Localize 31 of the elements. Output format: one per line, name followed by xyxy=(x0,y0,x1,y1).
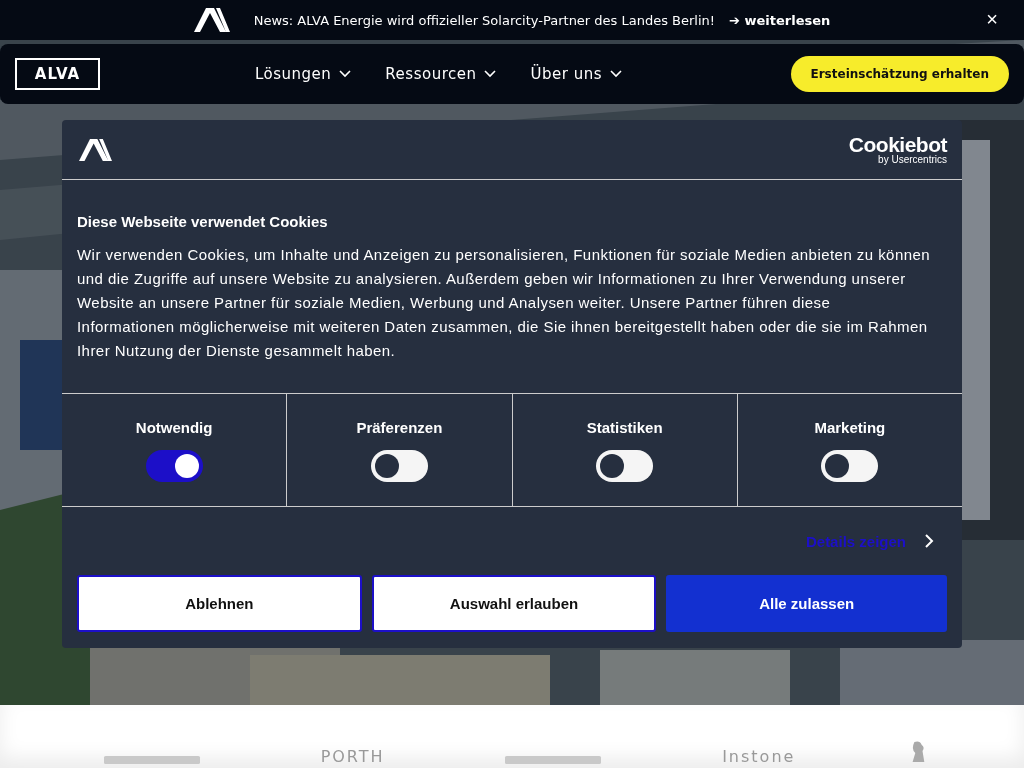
logo-icon xyxy=(77,138,114,161)
read-more-link[interactable]: ➔ weiterlesen xyxy=(729,12,831,28)
chevron-right-icon xyxy=(924,533,934,549)
news-text: News: ALVA Energie wird offizieller Solarcity-Partner des Landes Berlin! xyxy=(253,12,716,28)
brand-logo[interactable]: ALVA xyxy=(15,58,100,90)
toggle-switch[interactable] xyxy=(145,450,203,482)
dialog-text: Wir verwenden Cookies, um Inhalte und Anzeigen zu personalisieren, Funktionen für soziale Medien anbieten zu können und die Zugriffe auf unsere Website zu analysieren. Außerdem geben wir Informationen zu Ihrer Verwendung unserer Website an unsere Partner für soziale Medien, Werbung und Analysen weiter. Unsere Partner führen diese Informationen möglicherweise mit weiteren Daten zusammen, die Sie ihnen bereitgestellt haben oder die sie im Rahmen Ihrer Nutzung der Dienste gesammelt haben. xyxy=(77,245,932,361)
category-label: Präferenzen xyxy=(356,419,443,436)
logo-icon xyxy=(193,8,230,32)
consent-button[interactable]: Auswahl erlauben xyxy=(371,575,657,632)
nav-menu-item[interactable]: Über uns xyxy=(530,65,622,83)
nav-menu-item[interactable]: Ressourcen xyxy=(385,65,497,83)
partner-logo: Instone xyxy=(722,747,796,768)
cookiebot-byline: by Usercentrics xyxy=(878,155,947,165)
category-label: Marketing xyxy=(814,419,886,436)
partner-logo: PORTH xyxy=(320,747,385,768)
category-label: Statistiken xyxy=(586,419,663,436)
toggle-switch[interactable] xyxy=(596,450,654,482)
toggle-switch[interactable] xyxy=(370,450,428,482)
nav-menu-item[interactable]: Lösungen xyxy=(255,65,352,83)
chevron-down-icon xyxy=(484,70,497,78)
chevron-down-icon xyxy=(339,70,352,78)
consent-button[interactable]: Alle zulassen xyxy=(666,575,947,632)
cta-button[interactable]: Ersteinschätzung erhalten xyxy=(790,56,1009,92)
cookiebot-logo: Cookiebot xyxy=(848,134,947,155)
dialog-title: Diese Webseite verwendet Cookies xyxy=(77,213,329,230)
category-label: Notwendig xyxy=(135,419,213,436)
toggle-switch[interactable] xyxy=(821,450,879,482)
chevron-down-icon xyxy=(610,70,622,78)
consent-button[interactable]: Ablehnen xyxy=(77,575,362,632)
close-button[interactable]: × xyxy=(982,8,1002,30)
